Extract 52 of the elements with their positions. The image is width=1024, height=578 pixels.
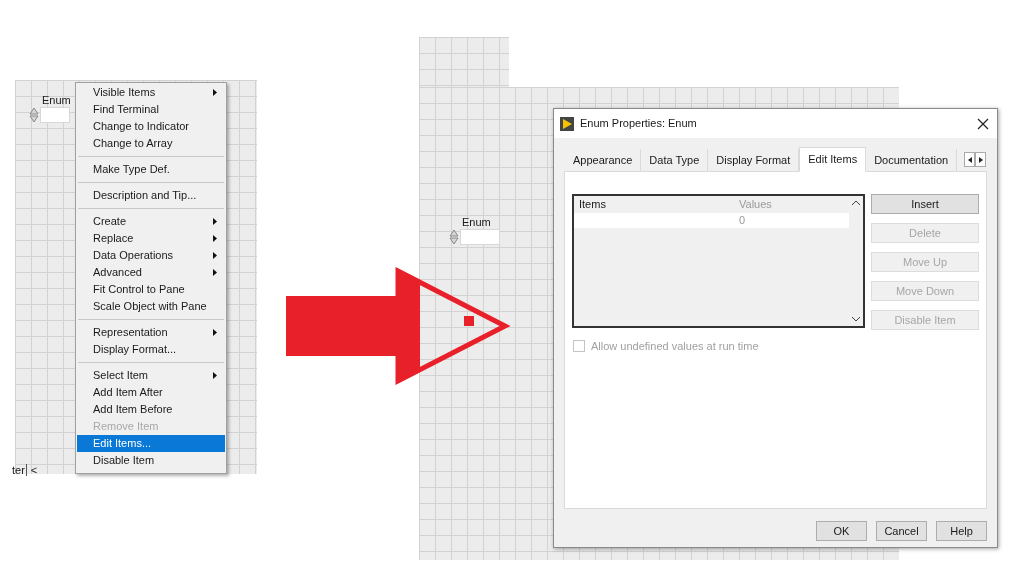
menu-item[interactable]: Scale Object with Pane [77,298,225,315]
dialog-button[interactable]: Help [936,521,987,541]
right-arrow-icon [978,156,983,163]
submenu-arrow-icon [213,89,217,96]
scroll-left-button[interactable] [964,152,975,167]
dialog-button[interactable]: Insert [871,194,979,214]
submenu-arrow-icon [213,372,217,379]
menu-item[interactable]: Visible Items [77,84,225,101]
scroll-arrow[interactable]: < [30,464,38,476]
menu-item[interactable]: Select Item [77,367,225,384]
submenu-arrow-icon [213,329,217,336]
control-label: Enum [462,216,492,228]
menu-item[interactable]: Disable Item [77,452,225,469]
column-header: Values [738,197,773,213]
table-cell-text: 0 [738,213,746,229]
menu-item[interactable]: Make Type Def. [77,161,225,178]
menu-item[interactable]: Fit Control to Pane [77,281,225,298]
submenu-arrow-icon [213,269,217,276]
spin-arrows-icon [448,228,460,246]
dialog-button[interactable]: Cancel [876,521,927,541]
submenu-arrow-icon [213,235,217,242]
column-header: Items [578,197,607,213]
scroll-right-button[interactable] [975,152,986,167]
tab[interactable]: Edit Items [799,147,867,172]
menu-item[interactable]: Change to Array [77,135,225,152]
close-icon[interactable] [977,117,989,130]
submenu-arrow-icon [213,252,217,259]
menu-item: Remove Item [92,419,160,435]
menu-item[interactable]: Add Item Before [77,401,225,418]
scroll-down-icon[interactable] [852,317,860,322]
app-icon [560,116,574,131]
menu-item[interactable]: Create [77,213,225,230]
scroll-up-icon[interactable] [852,200,860,205]
menu-item[interactable]: Edit Items... [77,435,225,452]
menu-item[interactable]: Add Item After [77,384,225,401]
window-title: Enum Properties: Enum [580,116,698,132]
submenu-arrow-icon [213,218,217,225]
menu-item[interactable]: Change to Indicator [77,118,225,135]
dialog-button[interactable]: OK [816,521,867,541]
enum-control[interactable] [28,106,71,124]
control-label: Enum [42,94,71,106]
checkbox-label: Allow undefined values at run time [591,339,759,354]
menu-item[interactable]: Representation [77,324,225,341]
menu-item[interactable]: Replace [77,230,225,247]
left-arrow-icon [967,156,972,163]
menu-item[interactable]: Advanced [77,264,225,281]
menu-item[interactable]: Description and Tip... [77,187,225,204]
menu-item[interactable]: Display Format... [77,341,225,358]
partial-label: ter [12,464,27,476]
spin-arrows-icon [28,106,40,124]
menu-item[interactable]: Find Terminal [77,101,225,118]
menu-item[interactable]: Data Operations [77,247,225,264]
